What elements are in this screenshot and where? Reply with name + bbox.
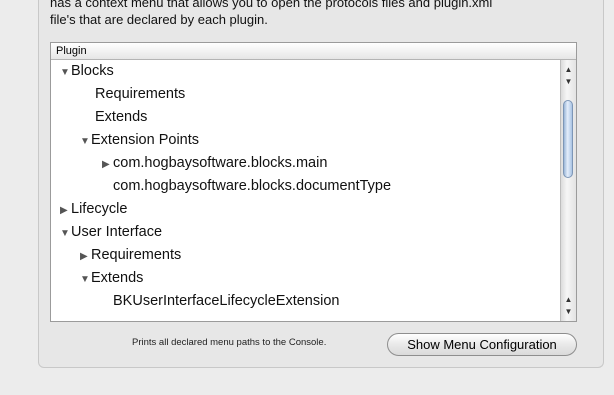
outline-row-ui-lifecycle-extension[interactable]: BKUserInterfaceLifecycleExtension bbox=[51, 290, 559, 313]
outline-row-ui-requirements[interactable]: ▶ Requirements bbox=[51, 244, 559, 267]
disclosure-collapsed-icon[interactable]: ▶ bbox=[60, 199, 71, 222]
description-line-1: has a context menu that allows you to op… bbox=[50, 0, 493, 10]
scroll-down-arrow-icon[interactable]: ▼ bbox=[561, 304, 576, 319]
outline-row-user-interface[interactable]: ▼User Interface bbox=[51, 221, 559, 244]
row-label: BKUserInterfaceLifecycleExtension bbox=[113, 293, 340, 309]
outline-row-blocks[interactable]: ▼Blocks bbox=[51, 60, 559, 83]
scroll-down-arrow-icon[interactable]: ▼ bbox=[561, 74, 576, 89]
description-line-2: file's that are declared by each plugin. bbox=[50, 12, 268, 27]
row-label: Lifecycle bbox=[71, 201, 128, 217]
outline-row-extends[interactable]: Extends bbox=[51, 106, 559, 129]
scrollbar-thumb[interactable] bbox=[563, 100, 573, 178]
menu-config-hint: Prints all declared menu paths to the Co… bbox=[132, 337, 327, 348]
plugin-outline-view[interactable]: Plugin ▼Blocks Requirements Extends ▼Ext… bbox=[50, 42, 577, 322]
description-text: has a context menu that allows you to op… bbox=[50, 0, 590, 28]
show-menu-configuration-button[interactable]: Show Menu Configuration bbox=[387, 333, 577, 356]
disclosure-expanded-icon[interactable]: ▼ bbox=[80, 130, 91, 153]
disclosure-collapsed-icon[interactable]: ▶ bbox=[80, 245, 91, 268]
outline-row-blocks-document-type[interactable]: com.hogbaysoftware.blocks.documentType bbox=[51, 175, 559, 198]
disclosure-collapsed-icon[interactable]: ▶ bbox=[102, 153, 113, 176]
outline-row-lifecycle[interactable]: ▶ Lifecycle bbox=[51, 198, 559, 221]
row-label: Extends bbox=[91, 270, 144, 286]
disclosure-expanded-icon[interactable]: ▼ bbox=[80, 268, 91, 291]
row-label: User Interface bbox=[71, 224, 163, 240]
row-label: Blocks bbox=[71, 63, 114, 79]
row-label: com.hogbaysoftware.blocks.main bbox=[113, 155, 328, 171]
row-label: Extends bbox=[95, 109, 148, 125]
row-label: Extension Points bbox=[91, 132, 200, 148]
column-header-plugin[interactable]: Plugin bbox=[51, 43, 576, 60]
row-label: com.hogbaysoftware.blocks.documentType bbox=[113, 178, 392, 194]
disclosure-expanded-icon[interactable]: ▼ bbox=[60, 61, 71, 84]
outline-row-requirements[interactable]: Requirements bbox=[51, 83, 559, 106]
outline-row-blocks-main[interactable]: ▶ com.hogbaysoftware.blocks.main bbox=[51, 152, 559, 175]
disclosure-expanded-icon[interactable]: ▼ bbox=[60, 222, 71, 245]
outline-row-ui-extends[interactable]: ▼Extends bbox=[51, 267, 559, 290]
outline-row-extension-points[interactable]: ▼Extension Points bbox=[51, 129, 559, 152]
vertical-scrollbar[interactable]: ▲ ▼ ▲ ▼ bbox=[560, 60, 576, 321]
row-label: Requirements bbox=[91, 247, 182, 263]
row-label: Requirements bbox=[95, 86, 186, 102]
outline-rows: ▼Blocks Requirements Extends ▼Extension … bbox=[51, 60, 559, 313]
